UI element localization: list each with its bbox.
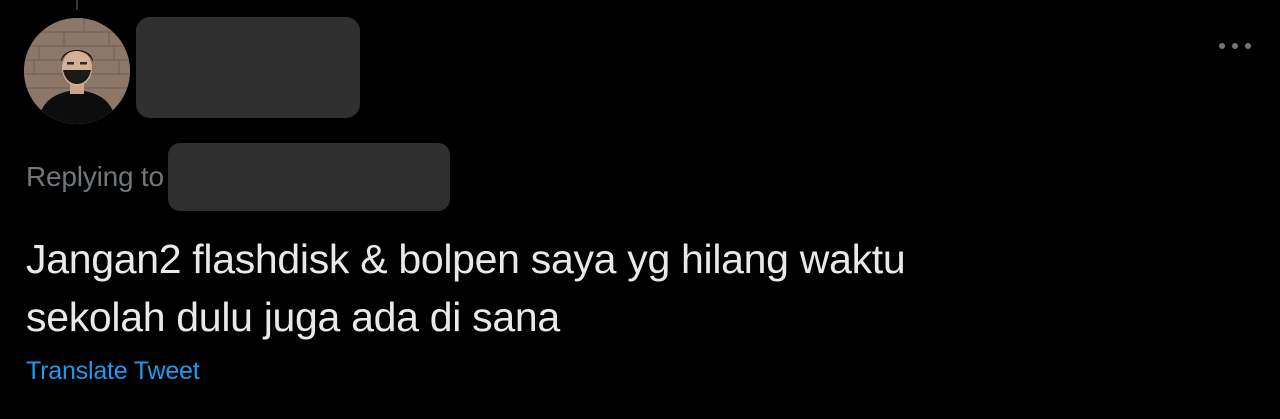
replying-to-row: Replying to [26,143,450,211]
avatar[interactable] [24,18,130,124]
more-options-button[interactable] [1212,30,1258,62]
redacted-display-name [136,17,360,118]
tweet-body-text: Jangan2 flashdisk & bolpen saya yg hilan… [26,236,906,340]
more-horizontal-icon [1219,43,1251,49]
translate-tweet-link[interactable]: Translate Tweet [26,357,200,386]
redacted-reply-handle[interactable] [167,143,450,211]
avatar-photo [24,18,130,124]
thread-connector-line [76,0,78,10]
replying-to-label: Replying to [26,161,164,192]
